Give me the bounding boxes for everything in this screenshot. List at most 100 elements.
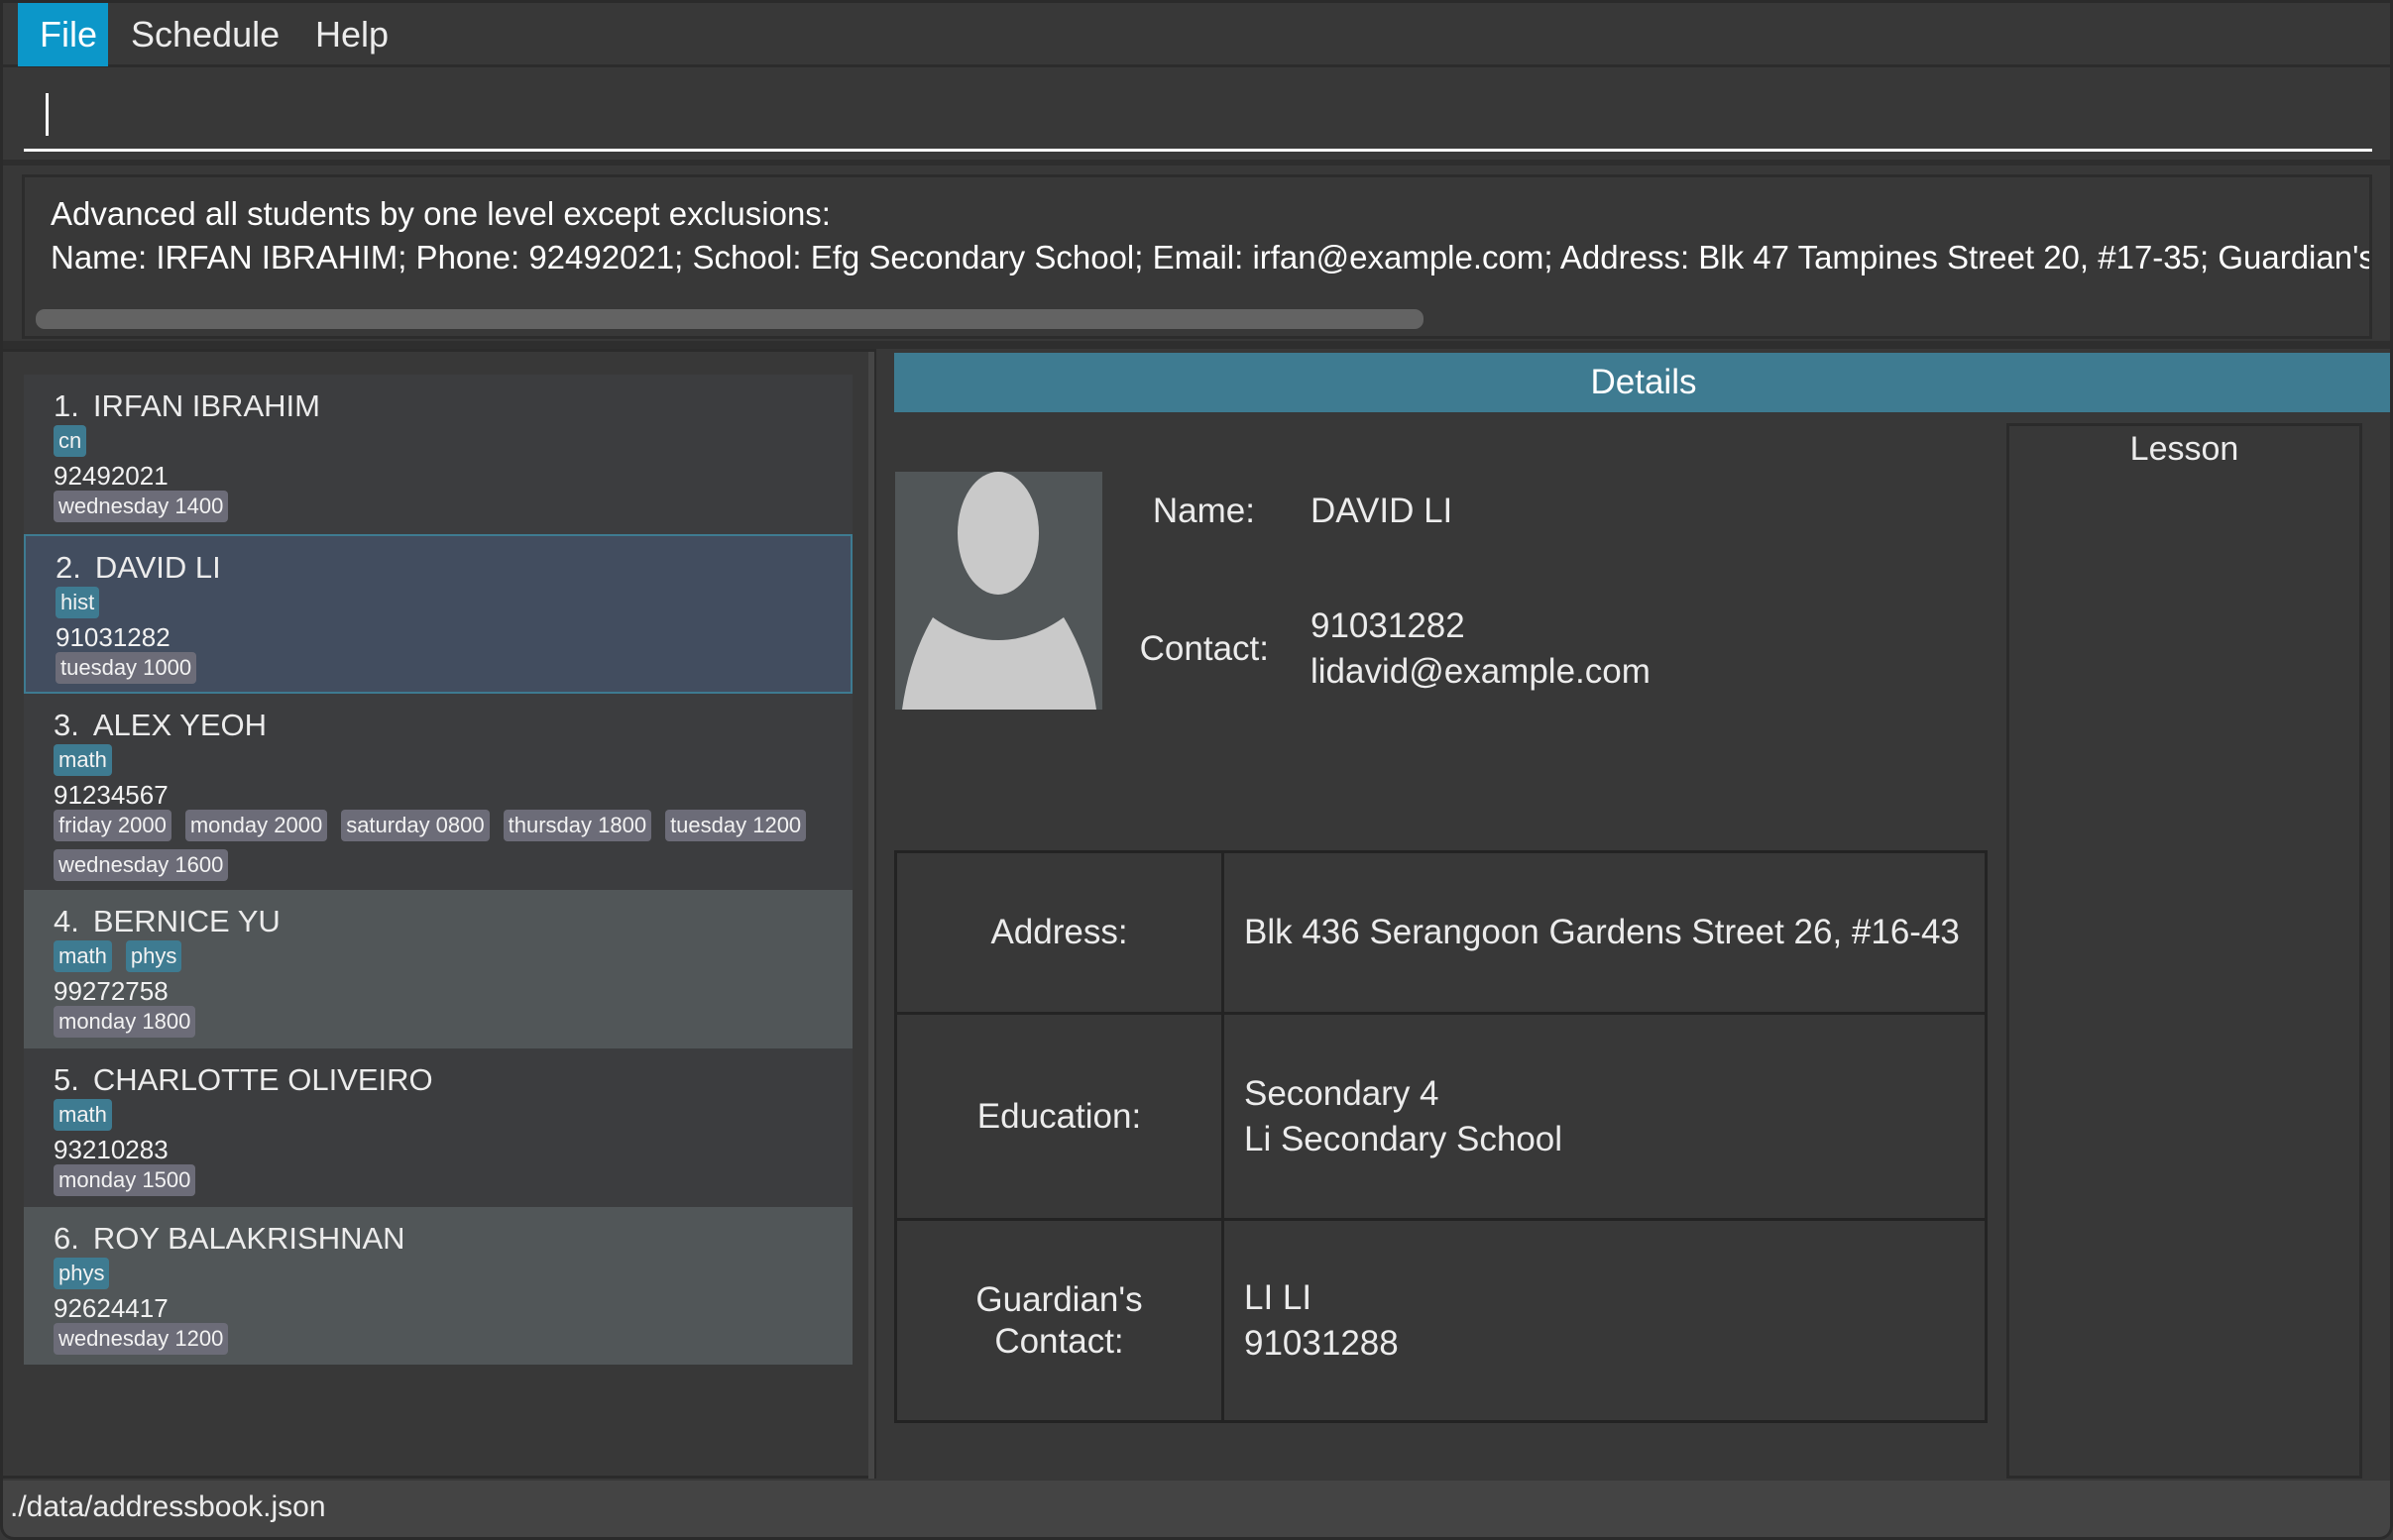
student-card[interactable]: 2. DAVID LI hist 91031282 tuesday 1000: [24, 534, 853, 694]
schedule-tag: friday 2000: [54, 810, 171, 841]
education-value: Secondary 4 Li Secondary School: [1244, 1015, 1562, 1218]
student-name: 2. DAVID LI: [56, 550, 221, 586]
student-card[interactable]: 3. ALEX YEOH math 91234567 friday 2000 monday…: [24, 694, 853, 890]
schedule-tag: wednesday 1600: [54, 849, 229, 881]
subject-tag: math: [54, 1099, 112, 1131]
schedule-tags: wednesday 1400: [54, 491, 837, 522]
schedule-tag: tuesday 1200: [665, 810, 807, 841]
student-name: 1. IRFAN IBRAHIM: [54, 388, 320, 424]
menu-schedule[interactable]: Schedule: [109, 3, 301, 66]
avatar: [895, 472, 1102, 710]
student-index: 4.: [54, 904, 79, 938]
student-index: 1.: [54, 388, 79, 423]
menu-file[interactable]: File: [18, 3, 108, 66]
subject-tags: cn: [54, 425, 837, 457]
contact-phone: 91031282: [1310, 606, 1465, 645]
subject-tag: phys: [125, 940, 182, 972]
schedule-tag: monday 1800: [54, 1006, 196, 1038]
student-phone: 93210283: [54, 1135, 169, 1164]
subject-tags: math: [54, 744, 837, 776]
details-table: Address: Blk 436 Serangoon Gardens Stree…: [894, 850, 1988, 1423]
schedule-tags: monday 1800: [54, 1006, 837, 1038]
details-header: Details: [894, 353, 2393, 412]
person-silhouette-icon: [902, 472, 1096, 710]
guardian-name: LI LI: [1244, 1277, 1312, 1317]
student-phone: 99272758: [54, 976, 169, 1006]
schedule-tags: tuesday 1000: [56, 652, 839, 684]
address-label: Address:: [897, 853, 1224, 1012]
menu-bar: File Schedule Help: [0, 0, 2393, 67]
student-name-text: DAVID LI: [94, 550, 221, 585]
result-message: Advanced all students by one level excep…: [51, 195, 831, 232]
guardian-value: LI LI 91031288: [1244, 1221, 1399, 1420]
name-label: Name:: [1152, 492, 1255, 530]
name-value: DAVID LI: [1310, 492, 1453, 530]
schedule-tag: tuesday 1000: [56, 652, 197, 684]
address-line: Blk 436 Serangoon Gardens Street 26, #16…: [1244, 913, 1960, 951]
student-card[interactable]: 4. BERNICE YU math phys 99272758 monday 1800: [24, 890, 853, 1048]
table-row-guardian: Guardian's Contact: LI LI 91031288: [897, 1221, 1985, 1420]
menu-help[interactable]: Help: [293, 3, 410, 66]
contact-label: Contact:: [1139, 629, 1269, 668]
student-name-text: BERNICE YU: [92, 904, 281, 938]
education-label: Education:: [897, 1015, 1224, 1218]
result-detail: Name: IRFAN IBRAHIM; Phone: 92492021; Sc…: [51, 239, 2372, 275]
education-school: Li Secondary School: [1244, 1119, 1563, 1158]
subject-tag: math: [54, 744, 112, 776]
subject-tag: phys: [54, 1258, 110, 1289]
student-name: 4. BERNICE YU: [54, 904, 281, 939]
student-name-text: CHARLOTTE OLIVEIRO: [92, 1062, 433, 1097]
schedule-tags: wednesday 1200: [54, 1323, 837, 1355]
address-value: Blk 436 Serangoon Gardens Street 26, #16…: [1244, 853, 1960, 1012]
student-name: 6. ROY BALAKRISHNAN: [54, 1221, 405, 1257]
schedule-tag: saturday 0800: [341, 810, 490, 841]
schedule-tag: monday 2000: [184, 810, 328, 841]
schedule-tag: wednesday 1400: [54, 491, 229, 522]
subject-tag: hist: [56, 587, 100, 618]
command-input-underline: [24, 149, 2372, 152]
guardian-label-line-1: Guardian's: [975, 1279, 1143, 1319]
subject-tags: math: [54, 1099, 837, 1131]
subject-tag: cn: [54, 425, 87, 457]
schedule-tag: thursday 1800: [503, 810, 652, 841]
divider: [0, 341, 2393, 349]
table-row-education: Education: Secondary 4 Li Secondary Scho…: [897, 1015, 1985, 1221]
subject-tag: math: [54, 940, 112, 972]
schedule-tag: monday 1500: [54, 1164, 196, 1196]
student-name: 5. CHARLOTTE OLIVEIRO: [54, 1062, 433, 1098]
student-name-text: ALEX YEOH: [92, 708, 268, 742]
guardian-phone: 91031288: [1244, 1323, 1399, 1363]
student-phone: 92624417: [54, 1293, 169, 1323]
subject-tags: math phys: [54, 940, 837, 972]
guardian-label-line-2: Contact:: [994, 1321, 1124, 1361]
student-phone: 92492021: [54, 461, 169, 491]
result-horizontal-scrollbar[interactable]: [36, 309, 1424, 329]
panel-divider[interactable]: [868, 352, 874, 1479]
storage-path: ./data/addressbook.json: [10, 1490, 326, 1523]
contact-email: lidavid@example.com: [1310, 652, 1651, 691]
student-index: 6.: [54, 1221, 79, 1256]
student-index: 2.: [56, 550, 81, 585]
student-name: 3. ALEX YEOH: [54, 708, 267, 743]
guardian-label: Guardian's Contact:: [897, 1221, 1224, 1420]
lesson-panel: Lesson: [2006, 423, 2362, 1479]
student-index: 5.: [54, 1062, 79, 1097]
lesson-title: Lesson: [2129, 430, 2239, 468]
student-card[interactable]: 5. CHARLOTTE OLIVEIRO math 93210283 monday 1…: [24, 1048, 853, 1207]
schedule-tag: wednesday 1200: [54, 1323, 229, 1355]
student-card[interactable]: 6. ROY BALAKRISHNAN phys 92624417 wednesday …: [24, 1207, 853, 1365]
student-index: 3.: [54, 708, 79, 742]
status-bar: ./data/addressbook.json: [0, 1481, 2393, 1540]
student-name-text: ROY BALAKRISHNAN: [92, 1221, 405, 1256]
student-card[interactable]: 1. IRFAN IBRAHIM cn 92492021 wednesday 1400: [24, 375, 853, 534]
student-name-text: IRFAN IBRAHIM: [92, 388, 320, 423]
student-phone: 91234567: [54, 780, 169, 810]
table-row-address: Address: Blk 436 Serangoon Gardens Stree…: [897, 853, 1985, 1015]
subject-tags: phys: [54, 1258, 837, 1289]
education-level: Secondary 4: [1244, 1073, 1439, 1113]
text-cursor: [46, 93, 49, 136]
student-phone: 91031282: [56, 622, 171, 652]
schedule-tags: friday 2000 monday 2000 saturday 0800 thurs…: [54, 810, 837, 881]
schedule-tags: monday 1500: [54, 1164, 837, 1196]
subject-tags: hist: [56, 587, 839, 618]
